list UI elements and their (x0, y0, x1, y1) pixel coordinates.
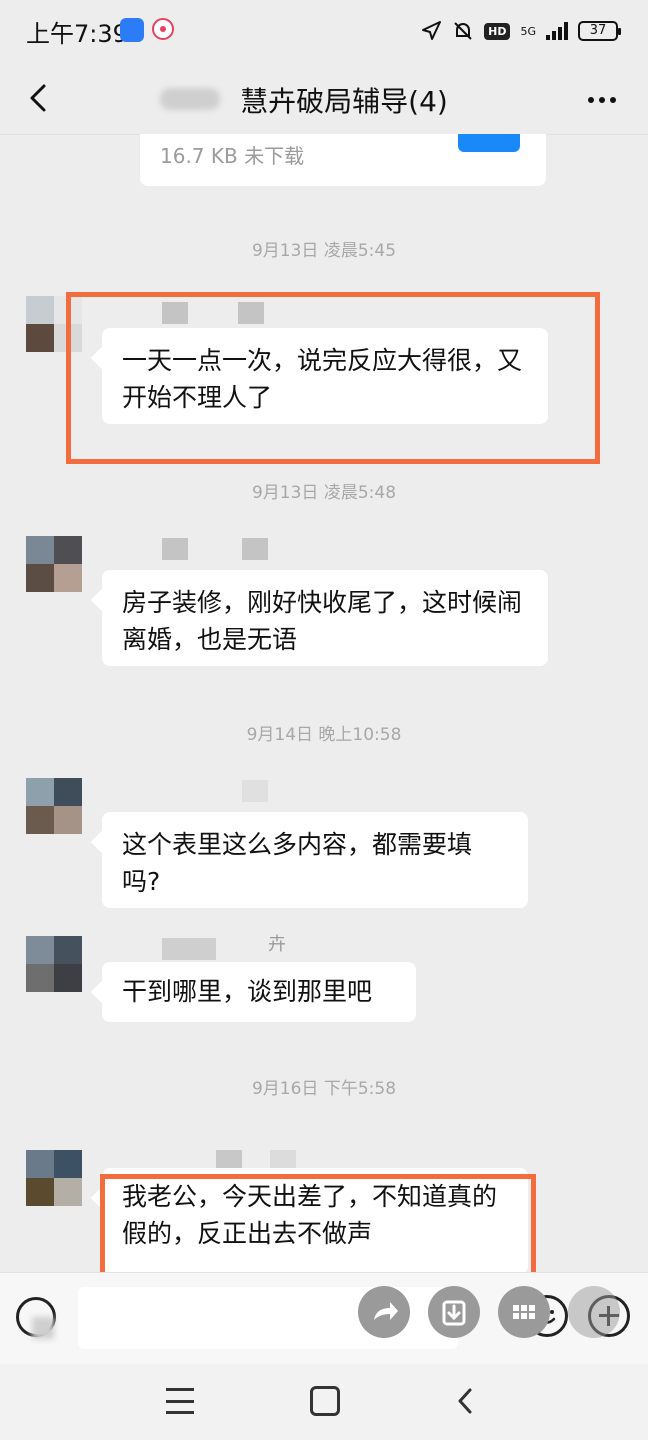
record-notification-icon (152, 18, 174, 40)
app-notification-icon (120, 18, 144, 42)
avatar[interactable] (26, 936, 82, 992)
timestamp: 9月14日 晚上10:58 (246, 725, 402, 745)
mute-bell-icon (454, 22, 472, 40)
system-nav-bar (0, 1364, 648, 1440)
more-dots-icon[interactable] (582, 80, 622, 120)
file-meta: 16.7 KB 未下载 (160, 144, 305, 168)
home-icon[interactable] (310, 1386, 340, 1416)
download-button[interactable] (428, 1286, 480, 1338)
page-title: 慧卉破局辅导(4) (240, 85, 448, 118)
timestamp: 9月16日 下午5:58 (251, 1079, 397, 1099)
highlight-box (100, 1174, 536, 1278)
status-bar: 上午7:39 HD 5G 37 (0, 0, 648, 62)
network-type: 5G (520, 24, 536, 38)
battery-icon: 37 (578, 21, 621, 41)
share-button[interactable] (358, 1286, 410, 1338)
menu-icon[interactable] (166, 1388, 194, 1414)
chat-header: 慧卉破局辅导(4) (0, 62, 648, 135)
message-bubble[interactable]: 干到哪里，谈到那里吧 (102, 962, 416, 1022)
hd-badge: HD (484, 22, 511, 40)
grid-apps-button[interactable] (498, 1286, 550, 1338)
blurred-overlay (32, 1317, 54, 1339)
message-bubble[interactable]: 这个表里这么多内容，都需要填吗? (102, 812, 528, 908)
message-bubble[interactable]: 一天一点一次，说完反应大得很，又开始不理人了 (102, 328, 548, 424)
input-bar (0, 1272, 648, 1365)
signal-icon (546, 22, 568, 40)
avatar[interactable] (26, 536, 82, 592)
avatar[interactable] (26, 1150, 82, 1206)
message-bubble[interactable]: 房子装修，刚好快收尾了，这时候闹离婚，也是无语 (102, 570, 548, 666)
status-indicators: HD 5G 37 (420, 16, 621, 46)
sender-name-fragment: 卉 (268, 934, 286, 955)
back-triangle-icon[interactable] (450, 1384, 480, 1418)
timestamp: 9月13日 凌晨5:45 (251, 241, 397, 261)
sender-name (162, 780, 272, 802)
extra-floating-button[interactable] (568, 1286, 620, 1338)
sender-name (162, 538, 272, 560)
location-icon (422, 21, 442, 40)
file-icon (458, 134, 520, 152)
sender-name (162, 938, 282, 960)
status-time: 上午7:39 (26, 20, 128, 48)
avatar[interactable] (26, 778, 82, 834)
timestamp: 9月13日 凌晨5:48 (251, 483, 397, 503)
file-message[interactable]: 16.7 KB 未下载 (140, 134, 546, 186)
